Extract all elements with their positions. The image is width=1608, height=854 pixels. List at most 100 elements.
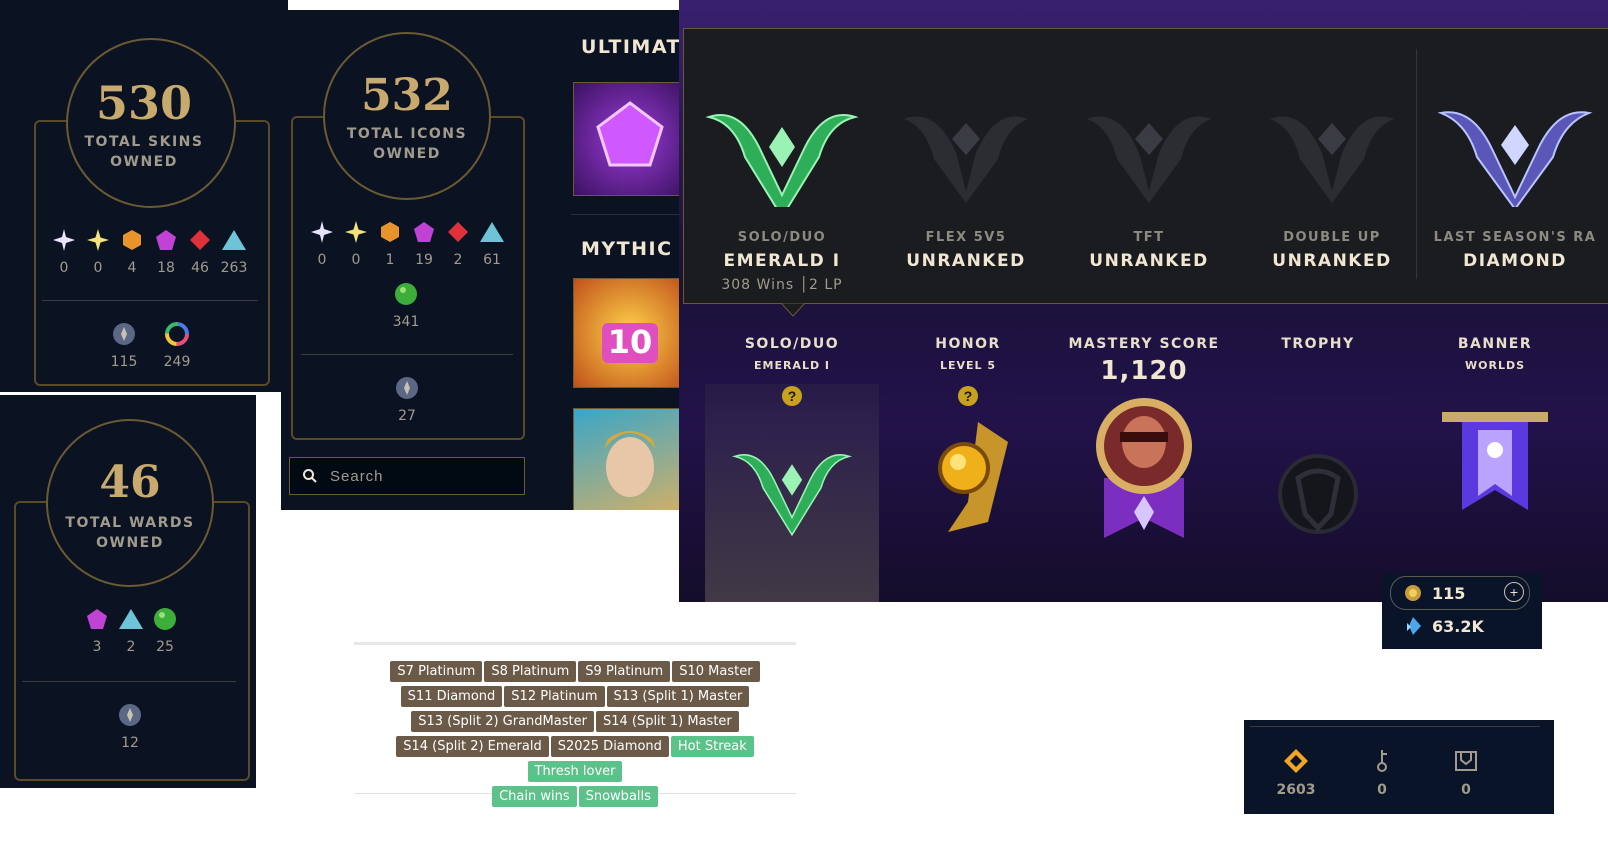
help-icon[interactable]: ? — [958, 386, 978, 406]
champion-portrait-icon — [604, 431, 656, 497]
wards-gem-row: 3 2 25 — [80, 607, 182, 655]
mythic-icon-tile-champion[interactable] — [573, 408, 681, 510]
unranked-emblem-icon — [1270, 116, 1394, 203]
skins-summary-panel: 530 TOTAL SKINS OWNED 0 0 4 18 46 263 115… — [0, 0, 288, 392]
help-icon[interactable]: ? — [782, 386, 802, 406]
tft-queue-label: TFT — [1133, 230, 1165, 245]
legendary-count: 4 — [127, 260, 137, 276]
emerald-emblem-icon — [705, 114, 859, 219]
key-count: 0 — [1377, 782, 1387, 798]
icons-extra-row: 27 — [389, 376, 425, 424]
tag: S2025 Diamond — [550, 736, 669, 757]
doubleup-queue-label: DOUBLE UP — [1283, 230, 1381, 245]
section-mythic-title: MYTHIC — [581, 238, 673, 260]
epic-gem-icon — [156, 230, 176, 250]
rank-col-divider — [1416, 49, 1417, 279]
legendary-gem-icon — [123, 230, 141, 250]
epic-count: 3 — [92, 639, 102, 655]
emerald-emblem-icon — [731, 454, 853, 537]
account-tags: S7 Platinum S8 Platinum S9 Platinum S10 Mas… — [354, 642, 796, 807]
loot-panel: 2603 0 0 — [1244, 720, 1554, 814]
tag: Snowballs — [578, 786, 658, 807]
tag: S13 (Split 1) Master — [606, 686, 750, 707]
legacy-icon — [113, 323, 135, 345]
orange-essence-item[interactable]: 2603 — [1266, 748, 1326, 798]
profile-banner-slot[interactable]: BANNER WORLDS — [1405, 336, 1585, 525]
tag: S10 Master — [672, 661, 760, 682]
legacy-count: 27 — [398, 408, 416, 424]
legacy-count: 115 — [110, 354, 138, 370]
legendary-gem-icon — [381, 222, 399, 242]
epic-gem-icon — [414, 222, 434, 242]
profile-rank-panel: SOLO/DUO EMERALD I 308 Wins │2 LP FLEX 5… — [679, 0, 1608, 602]
profile-honor-slot[interactable]: HONOR LEVEL 5 ? — [879, 336, 1057, 547]
mastery-score-value: 1,120 — [1100, 356, 1188, 386]
section-ultimate-title: ULTIMAT — [581, 36, 681, 58]
chroma-icon — [165, 322, 189, 346]
ultimate-icon-tile[interactable] — [573, 82, 681, 196]
tag: S7 Platinum — [390, 661, 483, 682]
rare-gem-icon — [190, 230, 210, 250]
icons-divider — [301, 354, 513, 355]
tag: S9 Platinum — [578, 661, 671, 682]
cake-icon: 10 — [602, 323, 658, 363]
solo-tier-label: EMERALD I — [723, 251, 841, 271]
honor-emblem-icon — [938, 422, 1008, 532]
mythic-count: 0 — [351, 252, 361, 268]
tft-tier-label: UNRANKED — [1089, 251, 1209, 271]
solo-stats: 308 Wins │2 LP — [721, 277, 843, 293]
common-gem-icon — [119, 609, 143, 629]
chest-item[interactable]: 0 — [1436, 748, 1496, 798]
rare-count: 46 — [191, 260, 209, 276]
icons-green-row: 341 — [381, 282, 431, 330]
add-rp-button[interactable]: + — [1504, 582, 1524, 602]
rank-tft: TFT UNRANKED — [1057, 29, 1241, 271]
profile-mastery-slot[interactable]: MASTERY SCORE 1,120 — [1057, 336, 1231, 553]
mythic-icon-tile-anniversary[interactable]: 10 — [573, 278, 681, 388]
flex-tier-label: UNRANKED — [906, 251, 1026, 271]
tag-row-5: Chain wins Snowballs — [354, 784, 796, 809]
tag: Hot Streak — [670, 736, 754, 757]
profile-solo-slot[interactable]: SOLO/DUO EMERALD I ? — [705, 336, 879, 541]
key-fragment-item[interactable]: 0 — [1352, 748, 1412, 798]
search-input[interactable]: Search — [289, 457, 525, 495]
solo-queue-label: SOLO/DUO — [737, 230, 827, 245]
total-skins-value: 530 — [95, 76, 193, 130]
chest-icon — [1455, 751, 1477, 771]
worlds-banner-icon — [1442, 412, 1548, 510]
loot-top-line — [1250, 726, 1540, 727]
legacy-icon — [119, 704, 141, 726]
skins-extra-row: 115 249 — [106, 322, 212, 370]
total-skins-caption: TOTAL SKINS OWNED — [84, 134, 204, 170]
skins-divider — [42, 300, 258, 301]
flex-queue-label: FLEX 5V5 — [925, 230, 1007, 245]
icons-gem-row: 0 0 1 19 2 61 — [305, 220, 509, 268]
orange-essence-icon — [1284, 749, 1308, 773]
mythic-count: 0 — [93, 260, 103, 276]
svg-text:10: 10 — [608, 323, 653, 361]
mythic-gem-icon — [87, 229, 109, 251]
legacy-count: 12 — [121, 735, 139, 751]
chroma-count: 249 — [163, 354, 191, 370]
key-icon — [1377, 750, 1387, 772]
tag: S14 (Split 1) Master — [595, 711, 739, 732]
blue-essence-amount: 63.2K — [1432, 617, 1484, 636]
mythic-gem-icon — [345, 221, 367, 243]
ultimate-count: 0 — [317, 252, 327, 268]
green-count: 341 — [392, 314, 420, 330]
tag: S11 Diamond — [400, 686, 503, 707]
tag: S12 Platinum — [504, 686, 605, 707]
unranked-emblem-icon — [904, 116, 1028, 203]
common-count: 263 — [220, 260, 248, 276]
ranked-dropdown: SOLO/DUO EMERALD I 308 Wins │2 LP FLEX 5… — [683, 28, 1608, 304]
unranked-emblem-icon — [1087, 116, 1211, 203]
tag: S13 (Split 2) GrandMaster — [411, 711, 594, 732]
green-orb-icon — [154, 608, 176, 630]
profile-trophy-slot[interactable]: TROPHY — [1231, 336, 1405, 549]
common-gem-icon — [222, 230, 246, 250]
rp-coin-icon — [1405, 585, 1421, 601]
tag: S14 (Split 2) Emerald — [396, 736, 549, 757]
total-wards-caption: TOTAL WARDS OWNED — [65, 515, 195, 551]
mastery-crest-icon — [1096, 398, 1192, 538]
tag-row-1: S7 Platinum S8 Platinum S9 Platinum S10 Mas… — [354, 659, 796, 684]
